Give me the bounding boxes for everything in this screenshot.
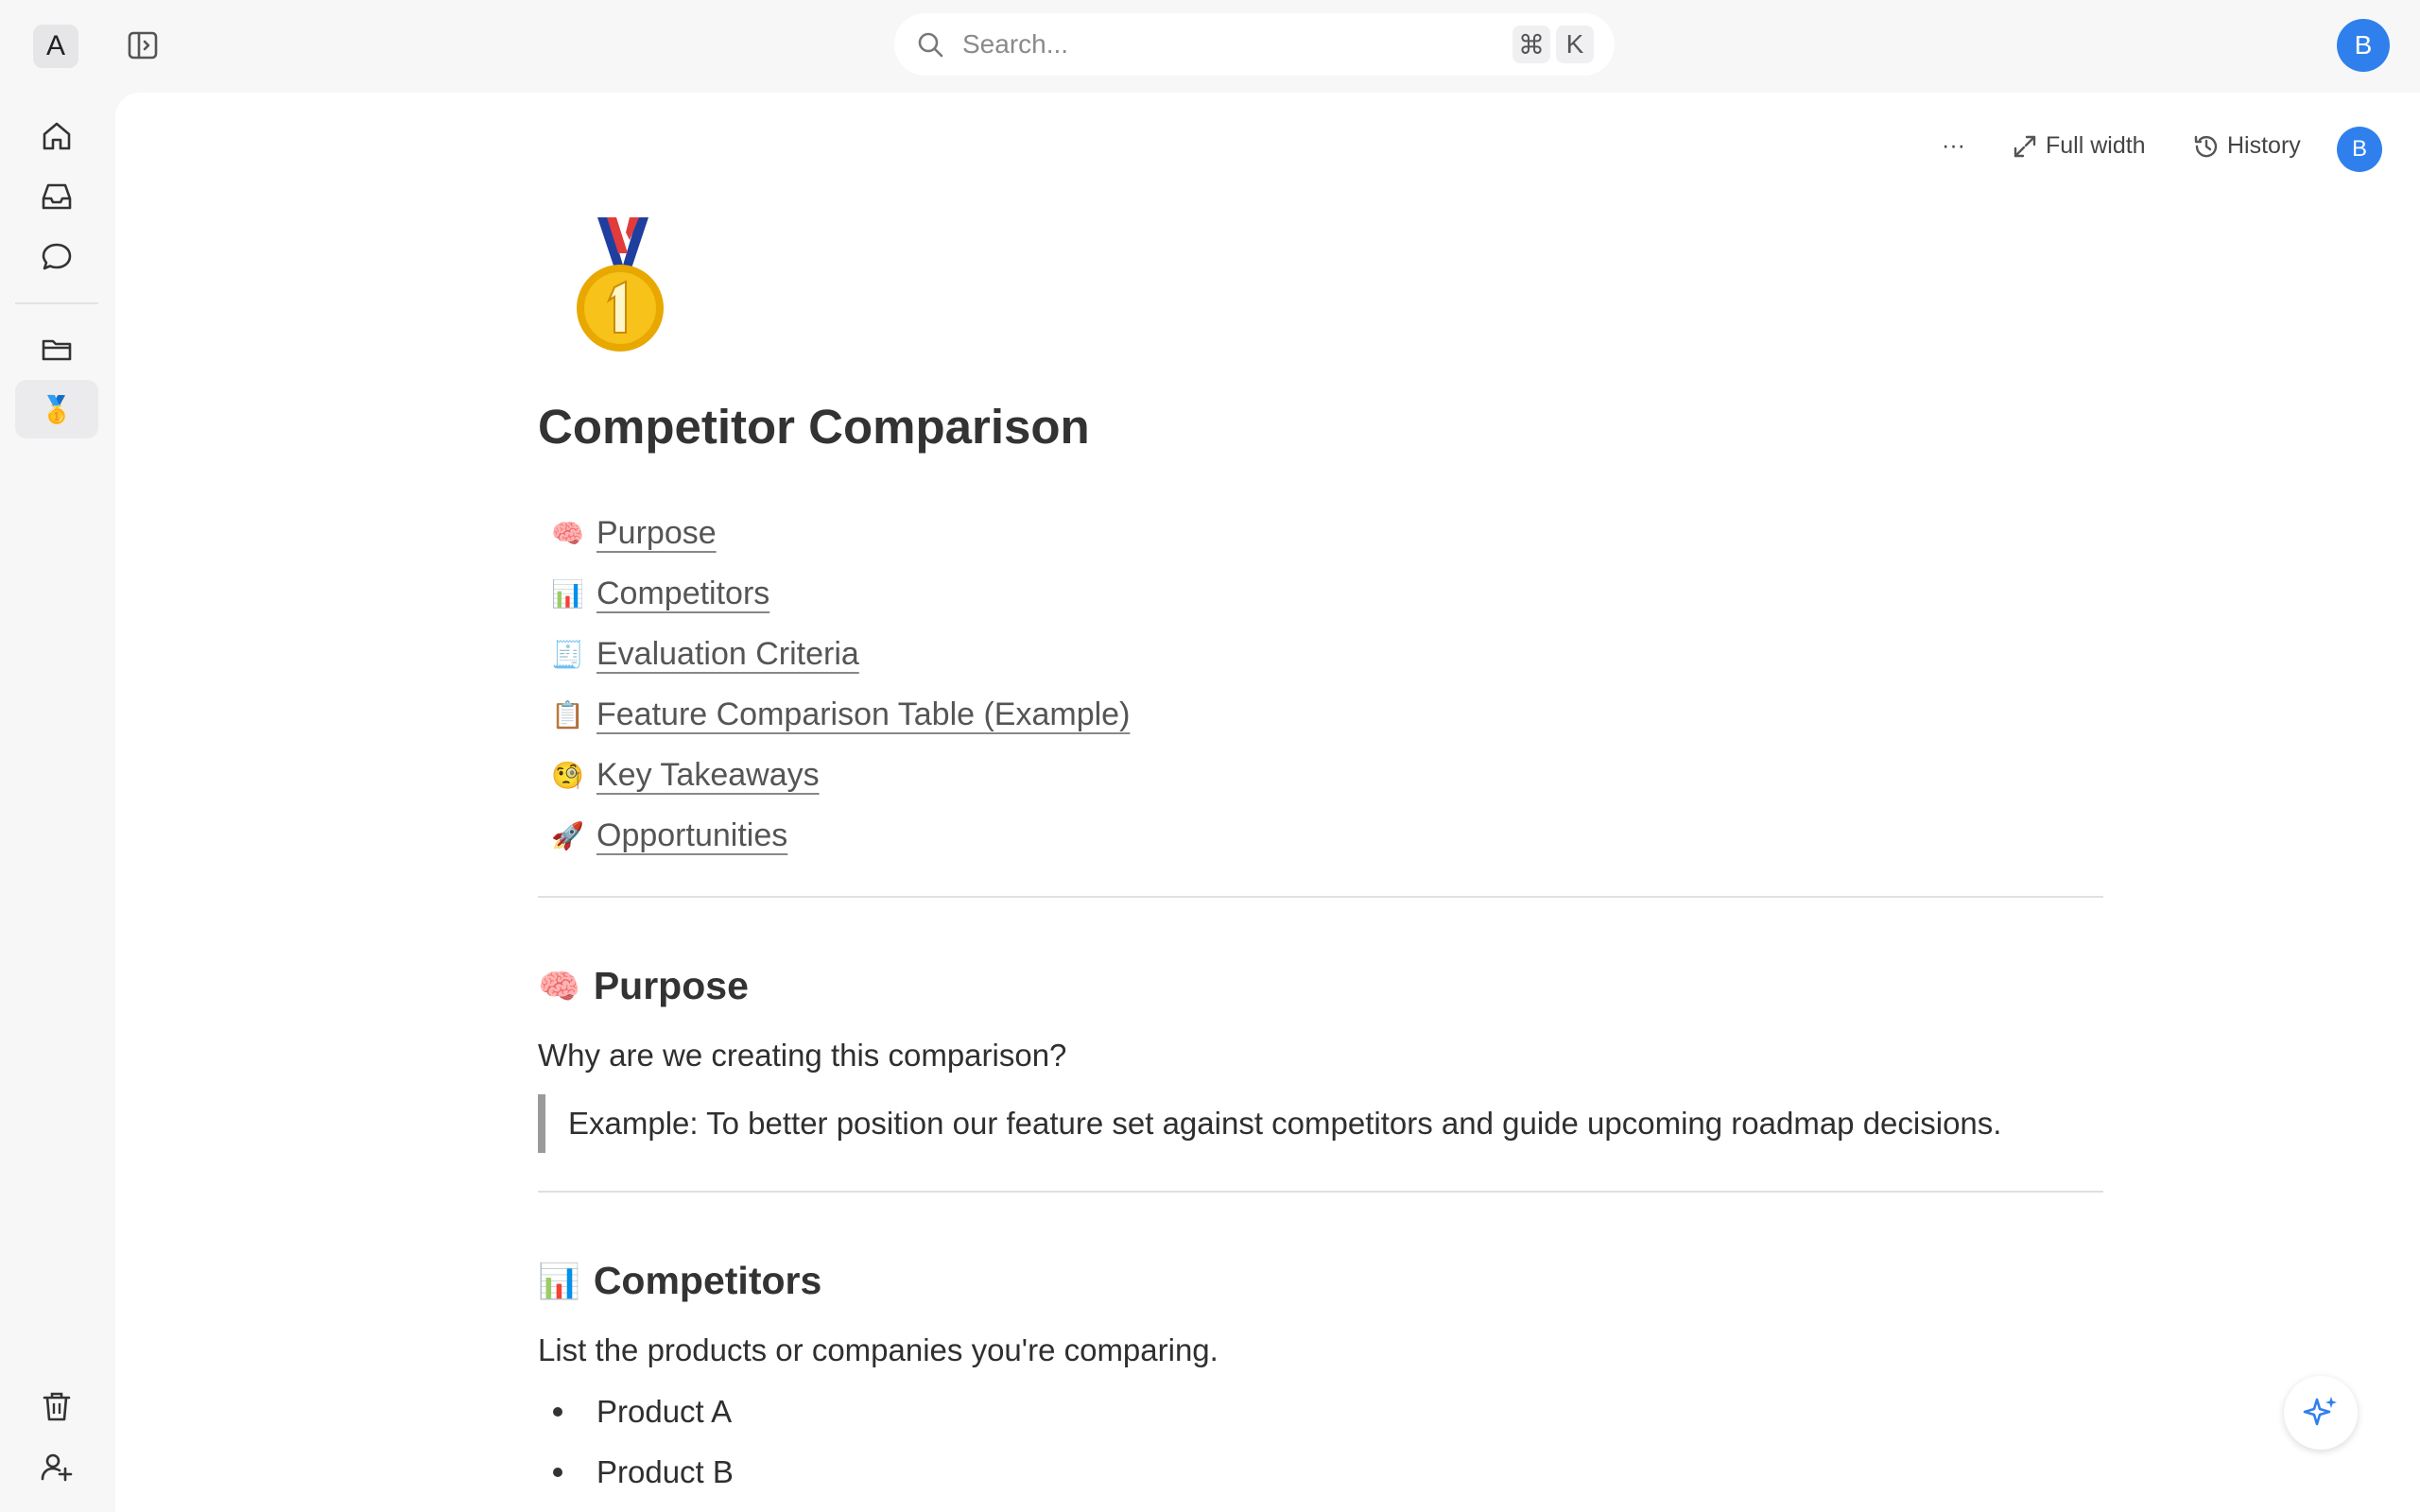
medal-icon: 🥇 [40,394,74,424]
search-input[interactable]: Search... [962,29,1507,60]
toc-item-competitors[interactable]: 📊 Competitors [551,563,1130,624]
rocket-icon: 🚀 [551,820,584,850]
sidebar-toggle-button[interactable] [127,30,161,60]
brain-icon: 🧠 [551,518,584,548]
folder-icon [42,339,72,361]
divider [538,1191,2103,1193]
table-of-contents: 🧠 Purpose 📊 Competitors 🧾 Evaluation Cri… [551,503,1130,866]
chat-icon [42,243,72,270]
page-title[interactable]: Competitor Comparison [538,399,1090,455]
invite-members-button[interactable] [38,1448,76,1486]
section-heading-purpose[interactable]: 🧠 Purpose [538,964,749,1008]
collaborator-avatar[interactable]: B [2337,127,2382,172]
toc-link[interactable]: Competitors [596,576,769,612]
divider [538,896,2103,898]
bullet-dot [553,1407,562,1417]
workspace-initial: A [45,30,65,61]
toc-item-opportunities[interactable]: 🚀 Opportunities [551,805,1130,866]
bullet-dot [553,1468,562,1477]
home-button[interactable] [38,117,76,155]
toc-link[interactable]: Key Takeaways [596,757,820,794]
paragraph[interactable]: Why are we creating this comparison? [538,1038,1066,1074]
invite-user-icon [41,1453,73,1482]
monocle-face-icon: 🧐 [551,760,584,790]
files-button[interactable] [38,331,76,369]
toc-link[interactable]: Feature Comparison Table (Example) [596,696,1130,733]
paragraph[interactable]: List the products or companies you're co… [538,1332,1219,1368]
more-icon: ··· [1942,132,1965,159]
section-heading-text: Purpose [593,964,749,1007]
shortcut-key: K [1556,26,1594,63]
toc-link[interactable]: Purpose [596,515,717,552]
expand-icon [2014,135,2036,157]
full-width-label: Full width [2046,132,2146,159]
medal-icon [577,217,664,352]
inbox-button[interactable] [38,178,76,215]
bullet-list: Product A Product B [553,1382,734,1503]
section-heading-competitors[interactable]: 📊 Competitors [538,1259,821,1303]
brain-icon: 🧠 [538,966,580,1005]
workspace-switcher[interactable]: A [33,25,78,68]
page-icon[interactable] [571,215,675,355]
chat-button[interactable] [38,238,76,276]
sidebar-divider [15,302,98,304]
list-item-text: Product A [596,1394,733,1429]
toc-item-purpose[interactable]: 🧠 Purpose [551,503,1130,563]
trash-button[interactable] [38,1387,76,1425]
more-options-button[interactable]: ··· [1942,132,1965,160]
list-item[interactable]: Product A [553,1382,734,1442]
section-heading-text: Competitors [593,1259,822,1302]
toc-link[interactable]: Opportunities [596,817,787,854]
inbox-icon [42,183,72,210]
collaborator-initial: B [2351,136,2367,162]
full-width-button[interactable]: Full width [2012,132,2146,160]
document-panel [115,93,2420,1512]
list-item[interactable]: Product B [553,1442,734,1503]
search-bar[interactable]: Search... ⌘ K [894,13,1615,76]
clipboard-icon: 📋 [551,699,584,730]
toc-item-feature-comparison-table[interactable]: 📋 Feature Comparison Table (Example) [551,684,1130,745]
user-avatar[interactable]: B [2337,19,2390,72]
home-icon [43,122,71,150]
user-initial: B [2354,30,2373,60]
sparkle-icon [2303,1397,2337,1426]
shortcut-modifier-key: ⌘ [1512,26,1550,63]
toc-item-evaluation-criteria[interactable]: 🧾 Evaluation Criteria [551,624,1130,684]
toc-link[interactable]: Evaluation Criteria [596,636,859,673]
history-icon [2194,135,2218,157]
bar-chart-icon: 📊 [551,578,584,609]
toc-item-key-takeaways[interactable]: 🧐 Key Takeaways [551,745,1130,805]
blockquote-text: Example: To better position our feature … [568,1106,2002,1141]
ai-assistant-button[interactable] [2284,1376,2358,1450]
search-icon [918,32,943,58]
history-button[interactable]: History [2193,132,2301,160]
list-item-text: Product B [596,1454,734,1489]
trash-icon [43,1392,71,1421]
history-label: History [2227,132,2301,159]
sidebar-toggle-icon [128,31,158,60]
blockquote[interactable]: Example: To better position our feature … [538,1094,2001,1153]
sidebar-item-current-page[interactable]: 🥇 [15,380,98,438]
receipt-icon: 🧾 [551,639,584,669]
bar-chart-icon: 📊 [538,1261,580,1300]
